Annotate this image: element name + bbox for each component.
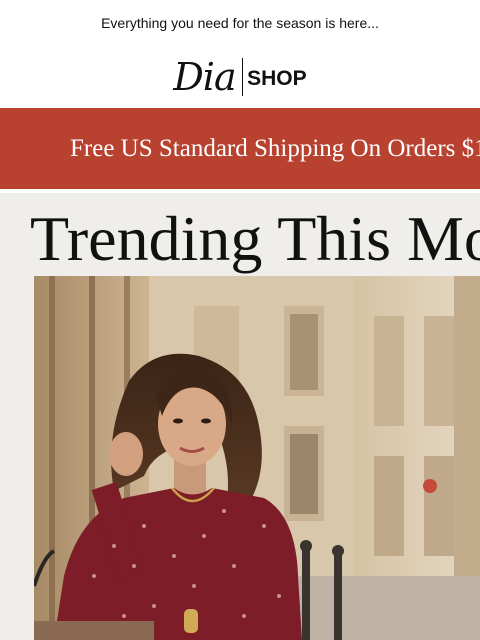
logo-script: Dia bbox=[173, 55, 236, 99]
hero-title: Trending This Mo bbox=[30, 203, 480, 274]
preheader-text: Everything you need for the season is he… bbox=[101, 15, 379, 31]
logo-divider bbox=[241, 58, 244, 96]
hero-photo[interactable] bbox=[34, 276, 480, 640]
preheader: Everything you need for the season is he… bbox=[0, 0, 480, 46]
street-scene-illustration bbox=[34, 276, 480, 640]
hero-section[interactable]: Trending This Mo bbox=[0, 193, 480, 640]
shipping-banner-text: Free US Standard Shipping On Orders $1 bbox=[70, 134, 480, 162]
logo-shop: SHOP bbox=[247, 67, 307, 90]
brand-logo[interactable]: Dia SHOP bbox=[0, 52, 480, 102]
shipping-banner[interactable]: Free US Standard Shipping On Orders $1 bbox=[0, 108, 480, 189]
